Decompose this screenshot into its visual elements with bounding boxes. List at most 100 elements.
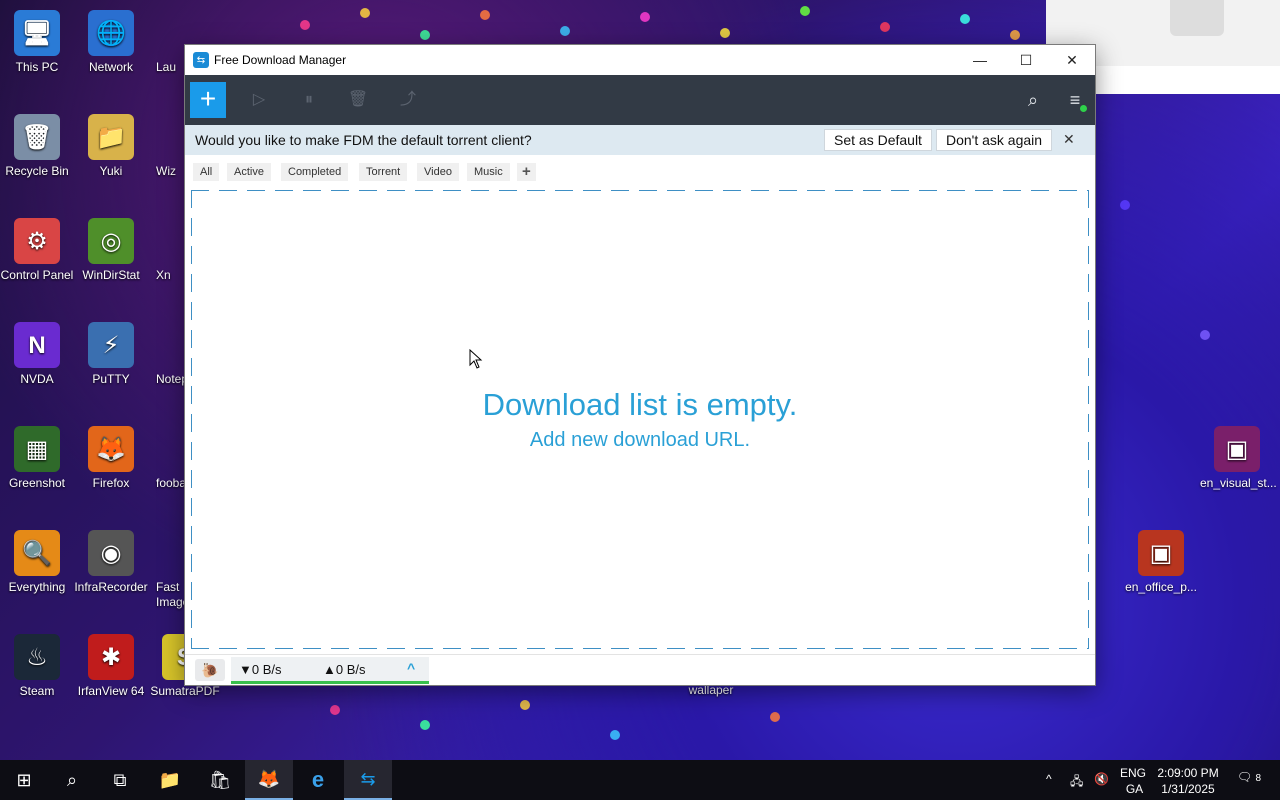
desktop-icon-recycle-bin[interactable]: 🗑 Recycle Bin xyxy=(0,114,74,179)
desktop-icon-label: This PC xyxy=(15,60,59,74)
desktop-app-icon: 🖥 xyxy=(14,10,60,56)
desktop-app-icon: ▣ xyxy=(1138,530,1184,576)
add-download-button[interactable]: + xyxy=(190,82,226,118)
notifications-button[interactable]: 🗨 8 xyxy=(1236,770,1262,800)
desktop-icon-label: InfraRecorder xyxy=(74,580,148,594)
desktop-icon-label: WinDirStat xyxy=(82,268,140,282)
edge-icon[interactable]: e xyxy=(294,760,342,800)
desktop-app-icon: 🌐 xyxy=(88,10,134,56)
hamburger-icon: ≡ xyxy=(1069,90,1081,110)
desktop-icon-steam[interactable]: ♨ Steam xyxy=(0,634,74,699)
volume-muted-icon[interactable]: 🔇 xyxy=(1094,772,1109,800)
title-bar[interactable]: ⇆ Free Download Manager — ☐ ✕ xyxy=(185,45,1095,75)
desktop-icon-label: Everything xyxy=(8,580,66,594)
snail-mode-icon[interactable]: 🐌 xyxy=(195,659,225,681)
delete-icon[interactable]: 🗑 xyxy=(347,89,369,111)
desktop-icon-everything[interactable]: 🔍 Everything xyxy=(0,530,74,595)
desktop-app-icon: 🦊 xyxy=(88,426,134,472)
desktop-icon-control-panel[interactable]: ⚙ Control Panel xyxy=(0,218,74,283)
fdm-app-icon: ⇆ xyxy=(193,52,209,68)
tab-video[interactable]: Video xyxy=(417,163,459,181)
set-as-default-button[interactable]: Set as Default xyxy=(824,129,932,151)
taskbar-search-icon[interactable]: ⌕ xyxy=(48,760,96,800)
notification-count: 8 xyxy=(1255,773,1262,784)
dont-ask-again-button[interactable]: Don't ask again xyxy=(936,129,1053,151)
download-speed: ▼0 B/s xyxy=(239,662,282,677)
minimize-button[interactable]: — xyxy=(957,45,1003,75)
mouse-cursor-icon xyxy=(469,349,483,369)
tab-completed[interactable]: Completed xyxy=(281,163,349,181)
desktop-icon-network[interactable]: 🌐 Network xyxy=(74,10,148,75)
desktop-app-icon: ⚙ xyxy=(14,218,60,264)
desktop-icon-putty[interactable]: ⚡ PuTTY xyxy=(74,322,148,387)
empty-list-title: Download list is empty. xyxy=(482,387,798,422)
start-button[interactable]: ⊞ xyxy=(0,760,48,800)
desktop-icon-label: Greenshot xyxy=(8,476,66,490)
desktop-icon-this-pc[interactable]: 🖥 This PC xyxy=(0,10,74,75)
desktop-label-wallaper[interactable]: wallaper xyxy=(674,683,748,698)
notification-icon: 🗨 xyxy=(1236,770,1253,784)
tab-all[interactable]: All xyxy=(193,163,220,181)
language-indicator[interactable]: ENG GA xyxy=(1120,765,1146,800)
desktop-icon-windirstat[interactable]: ◎ WinDirStat xyxy=(74,218,148,283)
tray-chevron-icon[interactable]: ^ xyxy=(1046,772,1052,800)
desktop-app-icon: 🔍 xyxy=(14,530,60,576)
desktop-icon-nvda[interactable]: N NVDA xyxy=(0,322,74,387)
desktop-icon-label: SumatraPDF xyxy=(150,684,220,698)
keyboard-layout: GA xyxy=(1125,782,1144,796)
download-list-drop-area[interactable]: Download list is empty. Add new download… xyxy=(191,190,1089,649)
speed-panel[interactable]: ▼0 B/s ▲0 B/s ^ xyxy=(231,657,429,684)
clock[interactable]: 2:09:00 PM 1/31/2025 xyxy=(1156,765,1220,800)
add-new-url-link[interactable]: Add new download URL. xyxy=(191,429,1089,452)
default-client-banner: Would you like to make FDM the default t… xyxy=(185,125,1095,155)
desktop-app-icon: ✱ xyxy=(88,634,134,680)
desktop-icon-yuki[interactable]: 📁 Yuki xyxy=(74,114,148,179)
search-icon[interactable]: ⌕ xyxy=(1022,89,1044,111)
desktop-icon-label: PuTTY xyxy=(92,372,130,386)
fdm-window: ⇆ Free Download Manager — ☐ ✕ + ▷ ⏸ 🗑 ⤴ … xyxy=(185,45,1095,685)
tab-torrent[interactable]: Torrent xyxy=(359,163,408,181)
desktop-icon-label: en_office_p... xyxy=(1125,580,1197,594)
task-view-icon[interactable]: ⧉ xyxy=(96,760,144,800)
window-title: Free Download Manager xyxy=(214,53,347,67)
desktop-app-icon: ◎ xyxy=(88,218,134,264)
taskbar-firefox-icon[interactable]: 🦊 xyxy=(245,760,293,800)
desktop-icon-greenshot[interactable]: ▦ Greenshot xyxy=(0,426,74,491)
clock-time: 2:09:00 PM xyxy=(1157,766,1219,780)
desktop-icon-irfanview-64[interactable]: ✱ IrfanView 64 xyxy=(74,634,148,699)
chevron-up-icon[interactable]: ^ xyxy=(407,660,415,676)
tab-active[interactable]: Active xyxy=(227,163,271,181)
banner-close-icon[interactable]: ✕ xyxy=(1063,131,1075,148)
desktop-app-icon: ⚡ xyxy=(88,322,134,368)
desktop-icon-en-visual-st[interactable]: ▣ en_visual_st... xyxy=(1200,426,1277,491)
desktop-icon-label: Network xyxy=(88,60,133,74)
desktop-app-icon: ▦ xyxy=(14,426,60,472)
desktop-icon-label: Firefox xyxy=(92,476,130,490)
desktop-app-icon: ▣ xyxy=(1214,426,1260,472)
pause-icon[interactable]: ⏸ xyxy=(298,89,320,111)
taskbar-fdm-icon[interactable]: ⇆ xyxy=(344,760,392,800)
tab-music[interactable]: Music xyxy=(467,163,510,181)
maximize-button[interactable]: ☐ xyxy=(1003,45,1049,75)
store-icon[interactable]: 🛍 xyxy=(196,760,244,800)
resume-icon[interactable]: ▷ xyxy=(248,89,270,111)
clock-date: 1/31/2025 xyxy=(1161,782,1215,796)
file-explorer-icon[interactable]: 📁 xyxy=(146,760,194,800)
desktop-icon-label: en_visual_st... xyxy=(1200,476,1277,490)
desktop-icon-en-office-p[interactable]: ▣ en_office_p... xyxy=(1124,530,1198,595)
close-button[interactable]: ✕ xyxy=(1049,45,1095,75)
desktop-icon-firefox[interactable]: 🦊 Firefox xyxy=(74,426,148,491)
move-icon[interactable]: ⤴ xyxy=(397,89,419,111)
desktop-app-icon: ♨ xyxy=(14,634,60,680)
status-bar: 🐌 ▼0 B/s ▲0 B/s ^ xyxy=(185,654,1095,685)
add-tab-button[interactable]: + xyxy=(517,163,536,181)
desktop-icon-infrarecorder[interactable]: ◉ InfraRecorder xyxy=(74,530,148,595)
menu-icon[interactable]: ≡ xyxy=(1064,89,1087,112)
desktop-app-icon: 🗑 xyxy=(14,114,60,160)
banner-message: Would you like to make FDM the default t… xyxy=(195,132,532,148)
network-icon[interactable]: 🖧 xyxy=(1070,772,1083,800)
desktop-app-icon: N xyxy=(14,322,60,368)
upload-speed: ▲0 B/s xyxy=(323,662,366,677)
desktop-icon-label: Yuki xyxy=(99,164,123,178)
desktop-app-icon: 📁 xyxy=(88,114,134,160)
